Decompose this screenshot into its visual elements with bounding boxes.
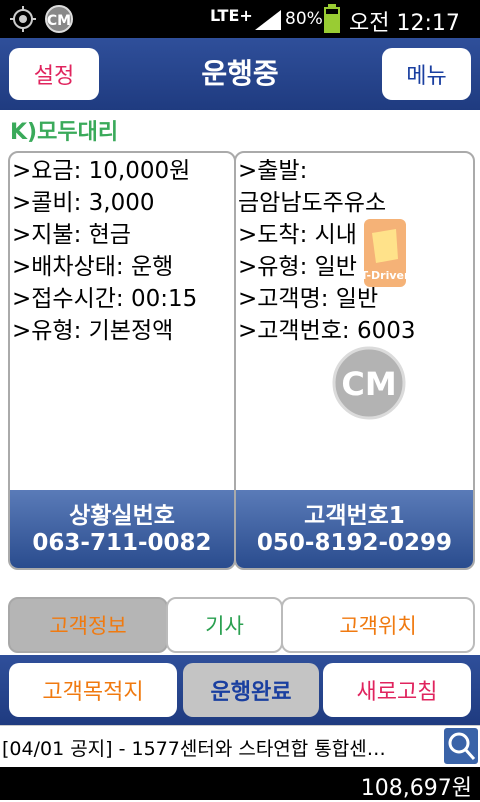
settings-button[interactable]: 설정 [9,48,99,100]
trip-complete-button[interactable]: 운행완료 [183,663,319,717]
signal-icon [255,10,281,30]
info-line: >고객번호: 6003 [238,318,416,344]
info-line: >배차상태: 운행 [12,254,174,280]
info-line: >콜비: 3,000 [12,190,155,216]
battery-percent: 80% [285,9,323,29]
fare-info-panel: >요금: 10,000원 >콜비: 3,000 >지불: 현금 >배차상태: 운… [8,151,236,570]
status-bar: CM LTE+ 80% 오전 12:17 [0,0,480,38]
cm-watermark-icon: CM [331,345,407,421]
control-room-number: 063-711-0082 [32,530,212,556]
customer-number-label: 고객번호1 [304,503,405,529]
balance-bar: 108,697원 [0,767,480,801]
info-line: 금암남도주유소 [238,190,387,216]
tab-driver[interactable]: 기사 [166,597,283,653]
page-title: 운행중 [201,57,279,90]
notice-text: [04/01 공지] - 1577센터와 스타연합 통합센… [2,738,386,760]
control-room-call-button[interactable]: 상황실번호 063-711-0082 [10,490,234,568]
watermark-text: T-Driver [362,269,408,282]
control-room-label: 상황실번호 [69,503,175,529]
fare-info-lines: >요금: 10,000원 >콜비: 3,000 >지불: 현금 >배차상태: 운… [12,155,197,347]
app-logo-icon: CM [45,5,73,33]
tdriver-watermark-icon: T-Driver [361,219,410,289]
network-type: LTE+ [210,6,253,25]
menu-button[interactable]: 메뉴 [382,48,471,100]
tab-customer-location[interactable]: 고객위치 [281,597,475,653]
header-bar: 설정 운행중 메뉴 [0,38,480,110]
refresh-button[interactable]: 새로고침 [323,663,471,717]
info-line: >접수시간: 00:15 [12,286,198,312]
info-line: >유형: 기본정액 [12,318,174,344]
info-line: >지불: 현금 [12,222,131,248]
notice-ticker[interactable]: [04/01 공지] - 1577센터와 스타연합 통합센… [0,725,480,767]
balance-amount: 108,697원 [360,776,472,801]
svg-text:CM: CM [47,13,71,29]
customer-call-button[interactable]: 고객번호1 050-8192-0299 [236,490,473,568]
info-line: >요금: 10,000원 [12,158,191,184]
svg-text:CM: CM [341,365,396,403]
gps-icon [10,6,36,32]
company-name: K)모두대리 [10,120,119,145]
bottom-action-bar: 고객목적지 운행완료 새로고침 [0,655,480,725]
info-line: >출발: [238,158,308,184]
customer-destination-button[interactable]: 고객목적지 [9,663,177,717]
battery-icon [324,4,340,33]
notice-icon[interactable] [444,728,478,764]
customer-number: 050-8192-0299 [256,530,453,556]
tab-customer-info[interactable]: 고객정보 [8,597,168,653]
clock: 오전 12:17 [349,11,460,36]
